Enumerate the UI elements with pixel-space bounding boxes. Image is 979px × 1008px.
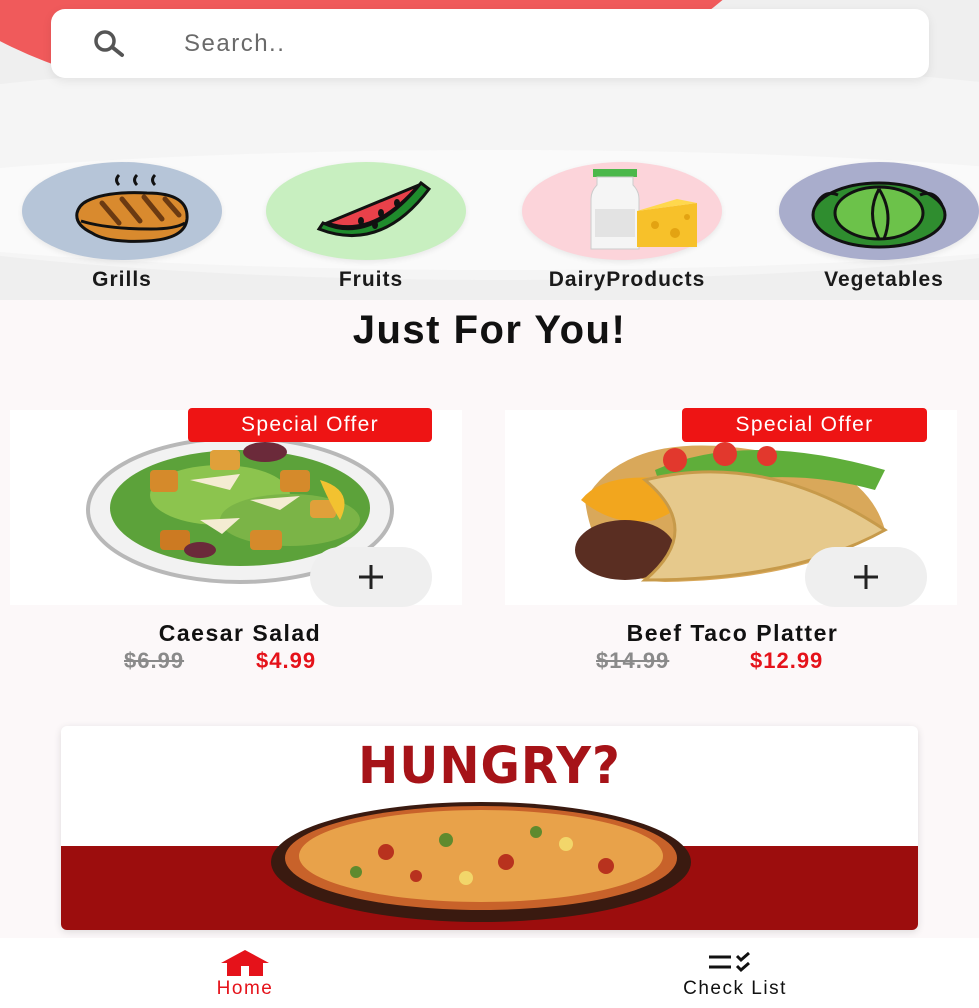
category-label: Grills xyxy=(92,268,152,291)
pizza-image xyxy=(271,802,691,922)
category-vegetables[interactable]: Vegetables xyxy=(779,162,979,292)
category-circle xyxy=(522,162,722,260)
nav-home[interactable]: Home xyxy=(145,938,345,1008)
category-circle xyxy=(779,162,979,260)
category-grills[interactable]: Grills xyxy=(22,162,232,292)
watermelon-icon xyxy=(316,180,432,237)
category-circle xyxy=(22,162,222,260)
special-offer-badge: Special Offer xyxy=(188,408,432,442)
category-label: DairyProducts xyxy=(548,268,706,291)
cabbage-icon xyxy=(811,181,947,249)
category-fruits[interactable]: Fruits xyxy=(266,162,476,292)
search-icon[interactable] xyxy=(88,29,134,59)
product-name: Caesar Salad xyxy=(158,620,322,646)
category-dairy[interactable]: DairyProducts xyxy=(522,162,732,292)
nav-label: Home xyxy=(216,978,274,999)
product-price: $12.99 xyxy=(750,648,824,673)
home-icon xyxy=(221,950,269,976)
nav-check-list[interactable]: Check List xyxy=(635,938,835,1008)
checklist-icon xyxy=(709,952,750,973)
product-price: $4.99 xyxy=(256,648,317,673)
banner-title: HUNGRY? xyxy=(358,736,621,796)
special-offer-badge: Special Offer xyxy=(682,408,927,442)
add-to-cart-button[interactable] xyxy=(310,547,432,607)
product-old-price: $6.99 xyxy=(124,648,185,673)
category-label: Fruits xyxy=(338,268,404,291)
category-label: Vegetables xyxy=(824,268,944,291)
bottom-navigation: Home Check List xyxy=(0,938,979,1008)
steak-icon xyxy=(75,173,189,243)
search-input[interactable] xyxy=(184,22,884,66)
add-to-cart-button[interactable] xyxy=(805,547,927,607)
plus-icon xyxy=(854,565,878,589)
nav-label: Check List xyxy=(683,978,787,999)
plus-icon xyxy=(359,565,383,589)
product-old-price: $14.99 xyxy=(596,648,670,673)
product-name: Beef Taco Platter xyxy=(626,620,839,646)
category-circle xyxy=(266,162,466,260)
section-title: Just For You! xyxy=(352,308,627,352)
promo-banner[interactable]: HUNGRY? xyxy=(61,726,918,930)
milk-cheese-icon xyxy=(590,169,697,250)
